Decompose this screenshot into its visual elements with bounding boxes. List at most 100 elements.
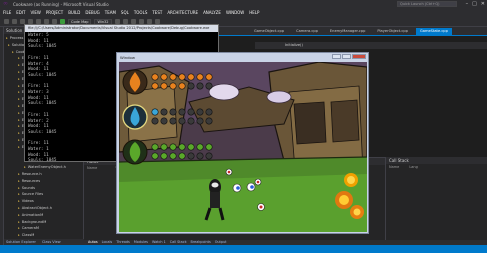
expand-arrow-icon[interactable]: ▸ (18, 70, 20, 74)
menu-view[interactable]: VIEW (30, 10, 40, 15)
expand-arrow-icon[interactable]: ▸ (18, 179, 20, 183)
game-minimize-icon[interactable] (332, 54, 341, 59)
menu-debug[interactable]: DEBUG (85, 10, 99, 15)
solution-tree-item[interactable]: ▸ AbstractObject.h (4, 205, 83, 212)
game-canvas[interactable] (119, 62, 367, 232)
game-close-icon[interactable] (352, 54, 366, 59)
expand-arrow-icon[interactable]: ▸ (18, 186, 20, 190)
menu-tools[interactable]: TOOLS (134, 10, 148, 15)
member-nav-dropdown[interactable]: Initialize() (255, 42, 487, 49)
tree-item-label: AbstractObject.h (21, 205, 52, 210)
visual-studio-logo-icon: ∞ (3, 0, 8, 7)
tree-item-label: Process (9, 36, 24, 40)
menu-team[interactable]: TEAM (105, 10, 116, 15)
expand-arrow-icon[interactable]: ▸ (18, 220, 20, 224)
wood-pip (178, 152, 186, 160)
expand-arrow-icon[interactable]: ▸ (18, 226, 20, 230)
column-name[interactable]: Name (389, 164, 399, 170)
menu-test[interactable]: TEST (152, 10, 162, 15)
tree-item-label: WaterEnemyObject.h (27, 165, 66, 170)
expand-arrow-icon[interactable]: ▸ (18, 233, 20, 237)
expand-arrow-icon[interactable]: ▸ (18, 138, 20, 142)
water-pip (187, 117, 195, 125)
solution-tree-item[interactable]: ▸ Resources (4, 178, 83, 185)
quick-launch-input[interactable]: Quick Launch (Ctrl+Q) (397, 1, 457, 7)
call-stack-panel: Call Stack Name Lang (385, 157, 487, 240)
editor-tabs: GameObject.cpp Camera.cpp EnemyManager.c… (250, 28, 487, 35)
expand-arrow-icon[interactable]: ▸ (18, 124, 20, 128)
solution-tree-item[interactable]: ▸ Resource.h (4, 171, 83, 178)
menu-help[interactable]: HELP (249, 10, 259, 15)
solution-tree-item[interactable]: ▸ BackgroundM (4, 219, 83, 226)
tab-camera-cpp[interactable]: Camera.cpp (292, 28, 322, 35)
call-stack-columns: Name Lang (386, 164, 487, 170)
minimize-icon[interactable]: – (466, 0, 469, 8)
menu-build[interactable]: BUILD (68, 10, 80, 15)
close-icon[interactable]: ✕ (481, 0, 485, 8)
solution-tree-item[interactable]: ▸ Videos (4, 198, 83, 205)
tree-item-label: Resources (21, 178, 41, 183)
fire-pip (187, 73, 195, 81)
menu-window[interactable]: WINDOW (226, 10, 244, 15)
expand-arrow-icon[interactable]: ▸ (18, 56, 20, 60)
solution-tree-item[interactable]: ▸ CameraM (4, 225, 83, 232)
expand-arrow-icon[interactable]: ▸ (18, 213, 20, 217)
solution-tree-item[interactable]: ▸ AnimationM (4, 212, 83, 219)
tab-gamestate-cpp[interactable]: GameState.cpp (415, 28, 452, 35)
expand-arrow-icon[interactable]: ▸ (18, 199, 20, 203)
expand-arrow-icon[interactable]: ▸ (18, 104, 20, 108)
game-window-controls (332, 54, 366, 59)
expand-arrow-icon[interactable]: ▸ (18, 90, 20, 94)
expand-arrow-icon[interactable]: ▸ (18, 172, 20, 176)
ground-front (119, 174, 367, 232)
menu-project[interactable]: PROJECT (46, 10, 63, 15)
menu-edit[interactable]: EDIT (16, 10, 25, 15)
expand-arrow-icon[interactable]: ▸ (18, 206, 20, 210)
expand-arrow-icon[interactable]: ▸ (18, 111, 20, 115)
status-bar (0, 245, 487, 253)
maximize-icon[interactable]: □ (472, 0, 477, 8)
expand-arrow-icon[interactable]: ▸ (18, 77, 20, 81)
expand-arrow-icon[interactable]: ▸ (6, 36, 8, 40)
back-icon[interactable] (4, 19, 9, 24)
menu-file[interactable]: FILE (3, 10, 11, 15)
wood-pip (169, 143, 177, 151)
game-window[interactable]: Window (116, 52, 369, 234)
expand-arrow-icon[interactable]: ▸ (18, 145, 20, 149)
solution-tree-item[interactable]: ▸ Source Files (4, 191, 83, 198)
wood-pip (151, 152, 159, 160)
expand-arrow-icon[interactable]: ▸ (18, 97, 20, 101)
menu-sql[interactable]: SQL (121, 10, 129, 15)
wood-pip (196, 152, 204, 160)
tab-gameobject-cpp[interactable]: GameObject.cpp (250, 28, 288, 35)
fire-pip (178, 82, 186, 90)
column-lang[interactable]: Lang (409, 164, 418, 170)
fire-pip (169, 82, 177, 90)
game-window-title: Window (120, 54, 135, 60)
menu-analyze[interactable]: ANALYZE (203, 10, 221, 15)
water-pip (169, 117, 177, 125)
expand-arrow-icon[interactable]: ▸ (18, 63, 20, 67)
fire-pip (160, 82, 168, 90)
tab-playerobject-cpp[interactable]: PlayerObject.cpp (373, 28, 412, 35)
solution-tree-item[interactable]: ▸ ClassM (4, 232, 83, 239)
expand-arrow-icon[interactable]: ▸ (24, 165, 26, 169)
solution-tree-item[interactable]: ▸ Sounds (4, 185, 83, 192)
expand-arrow-icon[interactable]: ▸ (8, 43, 10, 47)
water-pip (205, 117, 213, 125)
vs-titlebar: ∞ Cookware (as Running) - Microsoft Visu… (0, 0, 487, 8)
spirit-cloud (208, 83, 240, 101)
water-pip (178, 117, 186, 125)
water-pip (160, 117, 168, 125)
tab-enemymanager-cpp[interactable]: EnemyManager.cpp (326, 28, 370, 35)
expand-arrow-icon[interactable]: ▸ (12, 50, 14, 54)
column-name[interactable]: Name (87, 165, 97, 171)
expand-arrow-icon[interactable]: ▸ (18, 192, 20, 196)
wood-pip (160, 143, 168, 151)
game-maximize-icon[interactable] (342, 54, 351, 59)
expand-arrow-icon[interactable]: ▸ (18, 84, 20, 88)
expand-arrow-icon[interactable]: ▸ (18, 131, 20, 135)
forward-icon[interactable] (12, 19, 17, 24)
expand-arrow-icon[interactable]: ▸ (18, 118, 20, 122)
menu-architecture[interactable]: ARCHITECTURE (167, 10, 198, 15)
